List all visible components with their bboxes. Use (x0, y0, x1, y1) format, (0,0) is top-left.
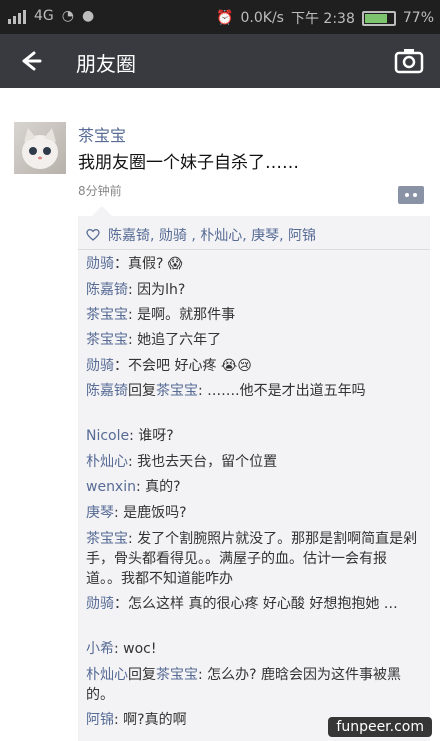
status-left: 4G ◔ ● (8, 8, 94, 24)
status-right: ⏰ 0.0K/s 下午 2:38 77% (216, 8, 434, 28)
battery-percent: 77% (402, 10, 434, 26)
wifi-icon: ◔ (61, 8, 74, 24)
comment-10[interactable]: 庚琴: 是鹿饭吗? (86, 503, 420, 523)
comment-12[interactable]: 勋骑：怎么这样 真的很心疼 好心酸 好想抱抱她 … (86, 594, 420, 614)
wechat-notification-icon: ● (81, 8, 95, 24)
network-speed: 0.0K/s (240, 10, 284, 26)
interaction-box: 陈嘉锜, 勋骑 , 朴灿心, 庚琴, 阿锦 勋骑：真假? 😱 陈嘉锜: 因为lh… (78, 206, 430, 741)
battery-icon (361, 10, 396, 26)
comment-1[interactable]: 勋骑：真假? 😱 (86, 254, 420, 274)
comment-7[interactable]: Nicole: 谁呀? (86, 426, 420, 446)
likes-divider (78, 249, 430, 250)
status-time: 下午 2:38 (290, 11, 355, 27)
avatar[interactable] (14, 122, 66, 174)
alarm-icon: ⏰ (216, 10, 234, 26)
likes-row: 陈嘉锜, 勋骑 , 朴灿心, 庚琴, 阿锦 (86, 225, 316, 245)
cat-avatar-image (22, 128, 58, 169)
status-bar: 4G ◔ ● ⏰ 0.0K/s 下午 2:38 77% (0, 0, 440, 34)
comment-4[interactable]: 茶宝宝: 她追了六年了 (86, 330, 420, 350)
heart-outline-icon (86, 228, 100, 241)
comment-11[interactable]: 茶宝宝: 发了个割腕照片就没了。那那是割啊简直是剁手，骨头都看得见。。满屋子的血… (86, 529, 420, 589)
camera-icon[interactable] (394, 48, 424, 74)
comment-5[interactable]: 勋骑：不会吧 好心疼 😭😢 (86, 356, 420, 376)
moment-post: 茶宝宝 我朋友圈一个妹子自杀了…… 8分钟前 陈嘉锜, 勋骑 , 朴灿心, 庚琴… (0, 88, 440, 741)
post-author[interactable]: 茶宝宝 (78, 122, 126, 146)
back-arrow-icon[interactable] (14, 45, 46, 77)
post-time: 8分钟前 (78, 184, 122, 198)
post-content: 我朋友圈一个妹子自杀了…… (78, 153, 299, 173)
likes-names[interactable]: 陈嘉锜, 勋骑 , 朴灿心, 庚琴, 阿锦 (108, 225, 316, 245)
comment-action-button[interactable] (398, 186, 424, 204)
comment-6[interactable]: 陈嘉锜回复茶宝宝: …….他不是才出道五年吗 (86, 381, 420, 401)
comment-8[interactable]: 朴灿心: 我也去天台，留个位置 (86, 452, 420, 472)
page-title: 朋友圈 (76, 52, 136, 76)
site-watermark: funpeer.com (328, 717, 432, 737)
comment-9[interactable]: wenxin: 真的? (86, 477, 420, 497)
comment-14[interactable]: 朴灿心回复茶宝宝: 怎么办? 鹿晗会因为这件事被黑的。 (86, 665, 420, 705)
comment-3[interactable]: 茶宝宝: 是啊。就那件事 (86, 305, 420, 325)
comment-2[interactable]: 陈嘉锜: 因为lh? (86, 280, 420, 300)
top-bar: 朋友圈 (0, 34, 440, 88)
comment-13[interactable]: 小希: woc! (86, 639, 420, 659)
network-label: 4G (34, 8, 54, 24)
signal-icon (8, 8, 26, 24)
